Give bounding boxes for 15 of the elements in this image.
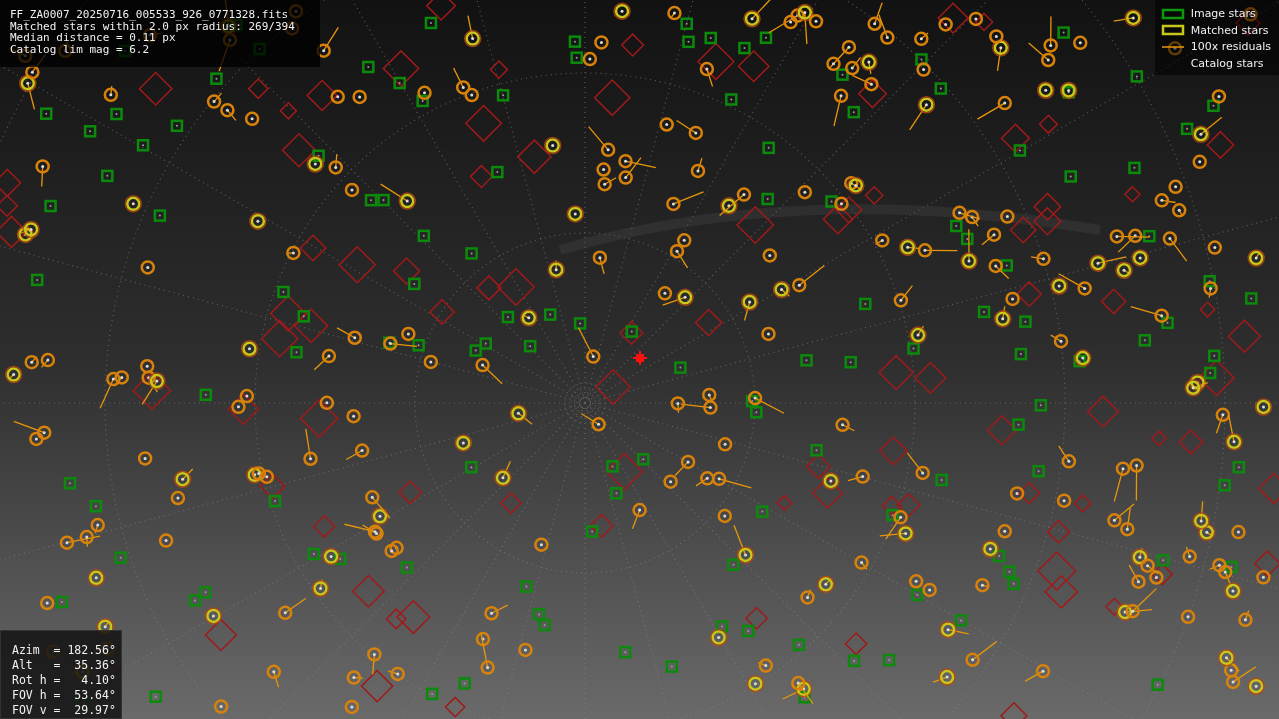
legend-label: 100x residuals bbox=[1190, 40, 1271, 54]
image-star-swatch-icon bbox=[1160, 7, 1185, 20]
pointing-text: Azim = 182.56° bbox=[12, 643, 117, 658]
pointing-text: FOV v = 29.97° bbox=[12, 703, 117, 718]
pointing-text: Rot h = 4.10° bbox=[12, 673, 117, 688]
legend-label: Image stars bbox=[1190, 7, 1256, 21]
legend-label: Matched stars bbox=[1190, 23, 1269, 37]
info-text: Matched stars within 2.0 px radius: 269/394 bbox=[10, 20, 296, 32]
matched-star-swatch-icon bbox=[1160, 24, 1185, 37]
info-text: Catalog lim mag = 6.2 bbox=[10, 43, 151, 55]
info-text: Median distance = 0.11 px bbox=[10, 32, 176, 44]
pointing-text: Alt = 35.36° bbox=[12, 658, 117, 673]
legend-label: Catalog stars bbox=[1190, 56, 1264, 70]
pointing-text: FOV h = 53.64° bbox=[12, 688, 117, 703]
info-text: FF_ZA0007_20250716_005533_926_0771328.fits bbox=[10, 9, 290, 21]
